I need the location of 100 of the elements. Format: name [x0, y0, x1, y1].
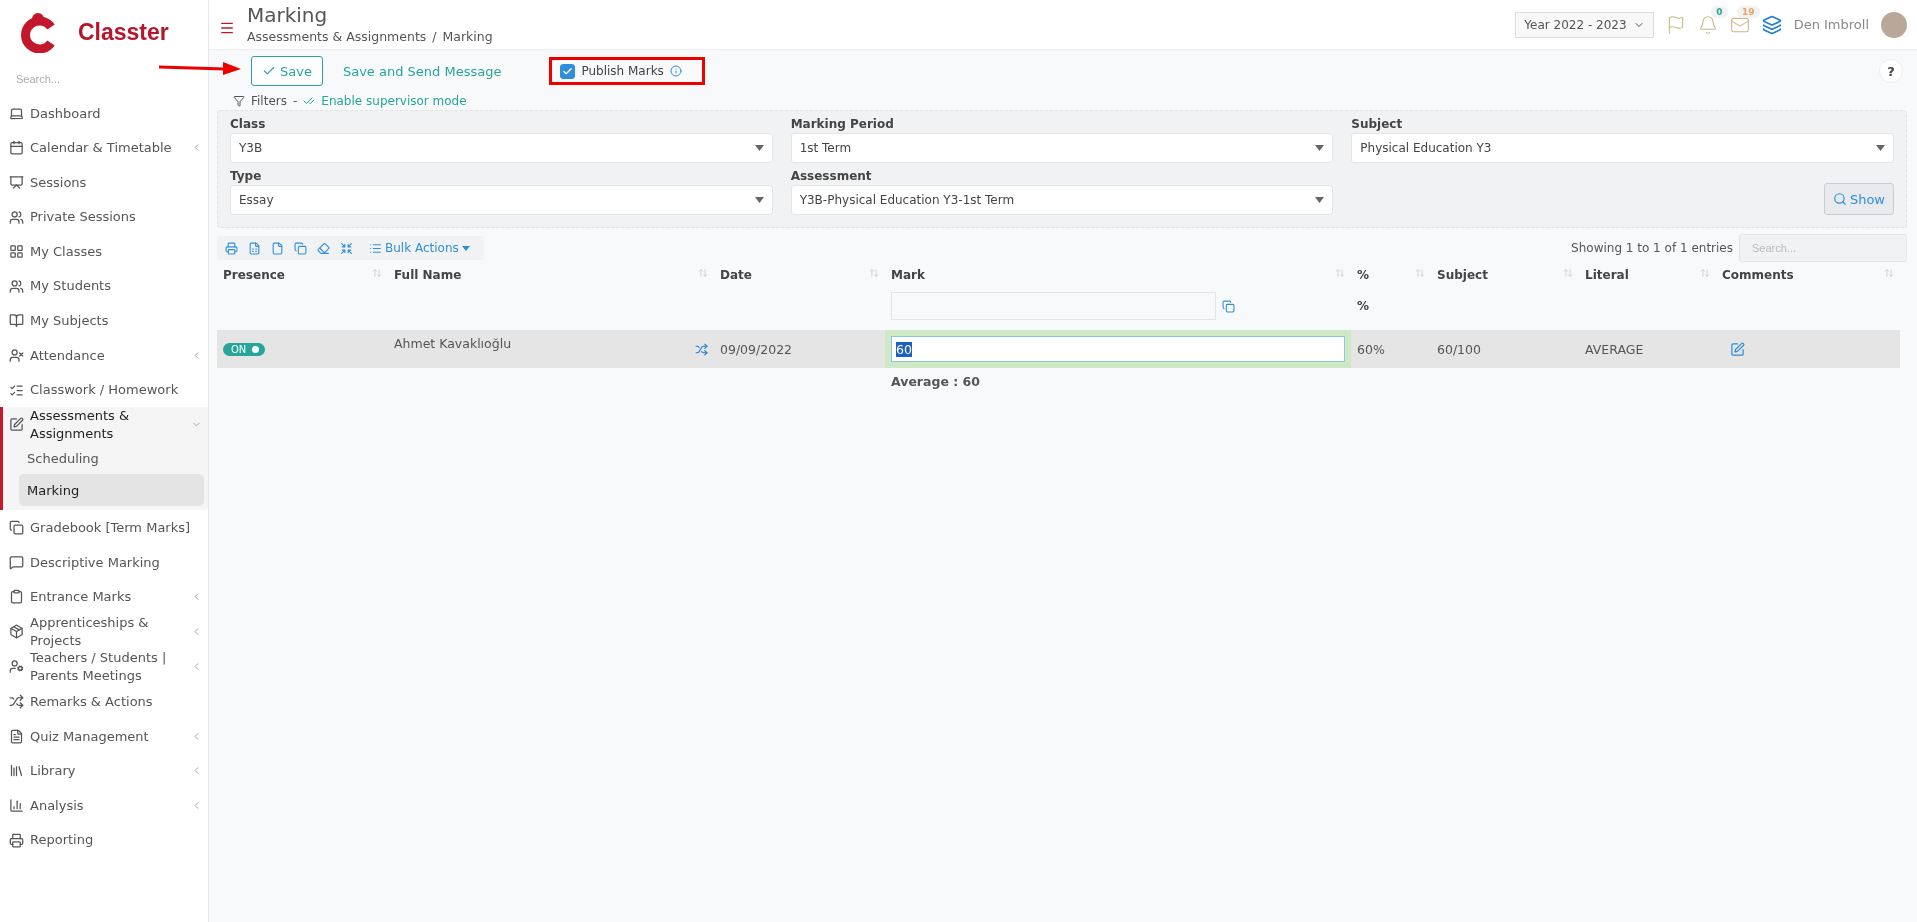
- copy-icon: [294, 241, 307, 255]
- sidebar-item[interactable]: Assessments & Assignments: [0, 407, 208, 443]
- caret-icon: [461, 245, 470, 251]
- copy-icon: [9, 520, 24, 536]
- file-icon: [271, 241, 284, 255]
- breadcrumb-separator: /: [432, 29, 437, 44]
- sidebar-item[interactable]: Attendance: [0, 338, 208, 373]
- column-header[interactable]: Date: [714, 262, 885, 288]
- caret-icon: [754, 197, 764, 203]
- filter-icon: [233, 95, 245, 107]
- sidebar-item[interactable]: Entrance Marks: [0, 579, 208, 615]
- laptop-icon: [9, 105, 24, 121]
- presentation-icon: [9, 175, 24, 190]
- submenu-item[interactable]: Marking: [19, 474, 204, 507]
- package-icon: [9, 624, 24, 640]
- sort-icon: [1335, 268, 1345, 278]
- sidebar-item[interactable]: My Classes: [0, 234, 208, 269]
- spreadsheet-icon: [248, 241, 261, 255]
- year-dropdown[interactable]: Year 2022 - 2023: [1515, 11, 1654, 38]
- people-icon: [9, 209, 24, 225]
- sidebar-item[interactable]: Dashboard: [0, 96, 208, 131]
- publish-label: Publish Marks: [581, 64, 664, 78]
- table-search-field[interactable]: Search...: [1739, 234, 1907, 262]
- sort-icon: [1700, 268, 1710, 278]
- check-icon: [262, 64, 276, 78]
- column-header[interactable]: Full Name: [388, 262, 714, 288]
- breadcrumb-item[interactable]: Assessments & Assignments: [247, 29, 427, 44]
- submenu-item[interactable]: Scheduling: [19, 442, 204, 475]
- breadcrumb-item: Marking: [442, 29, 493, 44]
- table-cell: Ahmet Kavaklıoğlu: [394, 336, 512, 351]
- entries-info: Showing 1 to 1 of 1 entries: [1571, 241, 1733, 255]
- layers-icon: [1761, 14, 1782, 35]
- average-text: Average : 60: [890, 373, 981, 391]
- help-button[interactable]: ?: [1879, 59, 1903, 83]
- select-field[interactable]: Physical Education Y3: [1351, 133, 1894, 163]
- check-icon: [562, 65, 574, 77]
- column-header[interactable]: Mark: [885, 262, 1351, 288]
- sort-icon: [372, 268, 382, 278]
- mark-input[interactable]: 60: [891, 336, 1345, 362]
- search-field[interactable]: Search...: [14, 72, 184, 86]
- person-gear-icon: [9, 659, 24, 675]
- edit-icon: [1730, 341, 1745, 357]
- shrink-icon: [340, 241, 353, 255]
- person-x-icon: [9, 347, 24, 363]
- sidebar-item[interactable]: Classwork / Homework: [0, 372, 208, 408]
- separator: -: [293, 94, 298, 108]
- pen-square-icon: [9, 417, 24, 433]
- document-icon: [9, 728, 24, 744]
- field-label: Class: [230, 117, 267, 131]
- publish-checkbox[interactable]: [560, 63, 576, 79]
- eraser-icon: [317, 241, 330, 255]
- field-label: Subject: [1351, 117, 1404, 131]
- select-field[interactable]: 1st Term: [790, 133, 1334, 163]
- sidebar-item[interactable]: Descriptive Marking: [0, 545, 208, 580]
- sidebar-item[interactable]: Apprenticeships & Projects: [0, 614, 208, 650]
- search-icon: [1832, 192, 1847, 206]
- sidebar-item[interactable]: Gradebook [Term Marks]: [0, 510, 208, 546]
- sidebar-item[interactable]: Quiz Management: [0, 719, 208, 754]
- sidebar-item[interactable]: My Subjects: [0, 303, 208, 339]
- column-header[interactable]: Comments: [1716, 262, 1900, 288]
- library-icon: [9, 763, 24, 779]
- info-icon: [669, 65, 682, 77]
- table-cell: AVERAGE: [1585, 341, 1644, 357]
- message-count: 19: [1737, 5, 1760, 18]
- copy-icon: [1222, 299, 1235, 313]
- sidebar-item[interactable]: Sessions: [0, 165, 208, 200]
- sidebar-item[interactable]: Remarks & Actions: [0, 684, 208, 719]
- sidebar-item[interactable]: Analysis: [0, 788, 208, 823]
- field-label: Assessment: [790, 169, 873, 183]
- sidebar-item[interactable]: My Students: [0, 268, 208, 304]
- column-header[interactable]: Subject: [1431, 262, 1579, 288]
- select-field[interactable]: Y3B-Physical Education Y3-1st Term: [790, 185, 1334, 215]
- page-title: Marking: [247, 5, 329, 25]
- caret-icon: [1315, 197, 1325, 203]
- sidebar-item[interactable]: Teachers / Students | Parents Meetings: [0, 649, 208, 685]
- select-field[interactable]: Y3B: [230, 133, 773, 163]
- sort-icon: [869, 268, 879, 278]
- select-field[interactable]: Essay: [230, 185, 773, 215]
- avatar[interactable]: [1881, 11, 1907, 38]
- caret-icon: [1876, 145, 1885, 151]
- sort-icon: [1884, 268, 1894, 278]
- column-header[interactable]: Literal: [1579, 262, 1716, 288]
- clipboard-icon: [9, 589, 24, 605]
- filters-label[interactable]: Filters: [251, 94, 287, 108]
- message-icon: [9, 554, 24, 570]
- logo-icon: [18, 11, 58, 53]
- grid-icon: [9, 244, 24, 260]
- table-cell: 60/100: [1437, 341, 1481, 357]
- sidebar-item[interactable]: Library: [0, 753, 208, 789]
- column-header[interactable]: %: [1351, 262, 1431, 288]
- printer-icon: [225, 241, 238, 255]
- field-label: Marking Period: [790, 117, 895, 131]
- user-name[interactable]: Den Imbroll: [1793, 17, 1869, 32]
- sidebar-item[interactable]: Private Sessions: [0, 199, 208, 235]
- column-subheader: %: [1356, 298, 1371, 315]
- column-header[interactable]: Presence: [217, 262, 388, 288]
- sort-icon: [698, 268, 708, 278]
- sidebar-item[interactable]: Calendar & Timetable: [0, 130, 208, 166]
- sidebar-item[interactable]: Reporting: [0, 822, 208, 858]
- bell-icon: [1697, 14, 1718, 35]
